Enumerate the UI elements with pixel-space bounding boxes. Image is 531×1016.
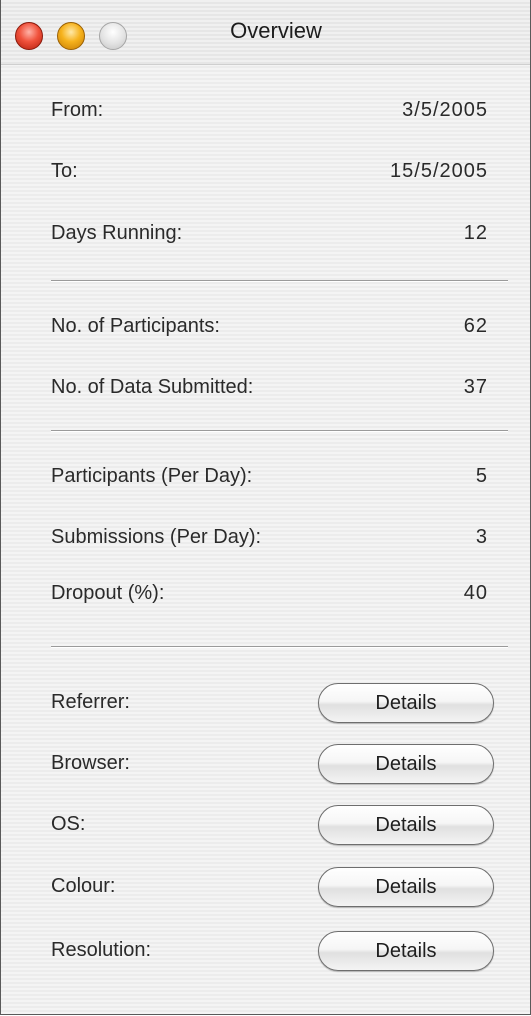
- days-running-row: Days Running: 12: [51, 216, 488, 252]
- data-submitted-value: 37: [463, 376, 488, 398]
- referrer-details-button[interactable]: Details: [318, 683, 494, 723]
- from-value: 3/5/2005: [402, 99, 488, 121]
- dropout-value: 40: [463, 582, 488, 604]
- browser-row: Browser: Details: [51, 744, 494, 784]
- submissions-per-day-row: Submissions (Per Day): 3: [51, 520, 488, 556]
- close-window-button[interactable]: [15, 22, 43, 50]
- to-row: To: 15/5/2005: [51, 154, 488, 190]
- browser-label: Browser:: [51, 752, 130, 774]
- separator: [51, 646, 508, 648]
- data-submitted-row: No. of Data Submitted: 37: [51, 370, 488, 406]
- separator: [51, 280, 508, 282]
- zoom-window-button[interactable]: [99, 22, 127, 50]
- resolution-details-button[interactable]: Details: [318, 931, 494, 971]
- participants-per-day-value: 5: [475, 465, 488, 487]
- os-label: OS:: [51, 813, 86, 835]
- from-row: From: 3/5/2005: [51, 93, 488, 129]
- title-bar[interactable]: Overview: [1, 0, 530, 65]
- dropout-row: Dropout (%): 40: [51, 576, 488, 612]
- overview-window: Overview From: 3/5/2005 To: 15/5/2005 Da…: [0, 0, 531, 1015]
- colour-details-button[interactable]: Details: [318, 867, 494, 907]
- participants-label: No. of Participants:: [51, 315, 220, 337]
- participants-row: No. of Participants: 62: [51, 309, 488, 345]
- participants-per-day-row: Participants (Per Day): 5: [51, 459, 488, 495]
- days-running-value: 12: [463, 222, 488, 244]
- colour-row: Colour: Details: [51, 867, 494, 907]
- days-running-label: Days Running:: [51, 222, 183, 244]
- colour-label: Colour:: [51, 875, 116, 897]
- os-details-button[interactable]: Details: [318, 805, 494, 845]
- window-title: Overview: [230, 18, 322, 43]
- submissions-per-day-value: 3: [475, 526, 488, 548]
- participants-per-day-label: Participants (Per Day):: [51, 465, 253, 487]
- browser-details-button[interactable]: Details: [318, 744, 494, 784]
- to-value: 15/5/2005: [390, 160, 488, 182]
- dropout-label: Dropout (%):: [51, 582, 165, 604]
- referrer-label: Referrer:: [51, 691, 130, 713]
- resolution-row: Resolution: Details: [51, 931, 494, 971]
- participants-value: 62: [463, 315, 488, 337]
- to-label: To:: [51, 160, 78, 182]
- submissions-per-day-label: Submissions (Per Day):: [51, 526, 262, 548]
- resolution-label: Resolution:: [51, 939, 152, 961]
- data-submitted-label: No. of Data Submitted:: [51, 376, 254, 398]
- separator: [51, 430, 508, 432]
- os-row: OS: Details: [51, 805, 494, 845]
- minimize-window-button[interactable]: [57, 22, 85, 50]
- from-label: From:: [51, 99, 104, 121]
- referrer-row: Referrer: Details: [51, 683, 494, 723]
